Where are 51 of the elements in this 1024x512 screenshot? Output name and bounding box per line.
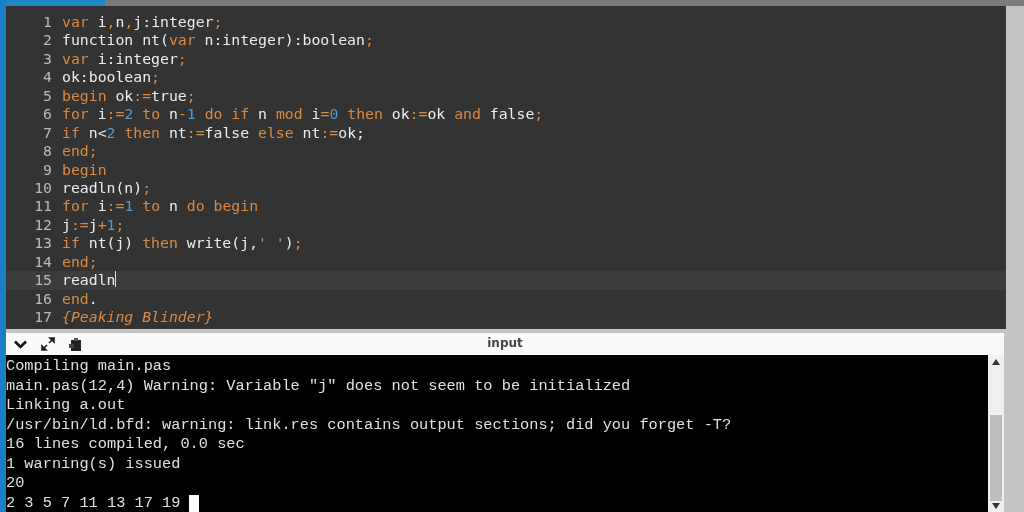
code-line: for i:=1 to n do begin <box>62 197 259 216</box>
line-number: 16 <box>33 289 53 308</box>
line-number: 9 <box>42 160 53 179</box>
chevron-down-icon[interactable] <box>14 339 27 349</box>
code-line: var i:integer; <box>62 49 187 69</box>
scrollbar[interactable] <box>988 355 1004 512</box>
code-line: end. <box>62 289 98 308</box>
console-line: 2 3 5 7 11 13 17 19 <box>6 493 181 512</box>
line-number: 11 <box>33 197 53 216</box>
line-number: 4 <box>42 68 53 87</box>
code-line: begin <box>62 160 107 179</box>
code-line: j:=j+1; <box>62 215 125 235</box>
line-number: 14 <box>33 252 53 272</box>
text-cursor <box>115 271 117 288</box>
expand-icon[interactable] <box>41 337 55 352</box>
clipboard-icon[interactable] <box>69 336 82 352</box>
code-line: end; <box>62 252 98 272</box>
line-number: 1 <box>42 13 53 32</box>
line-number: 10 <box>33 178 53 198</box>
line-number: 12 <box>33 215 53 235</box>
line-number: 8 <box>42 142 53 161</box>
code-line: var i,n,j:integer; <box>62 13 223 32</box>
code-line: readln(n); <box>62 178 152 198</box>
code-line: function nt(var n:integer):boolean; <box>62 31 374 50</box>
line-number: 15 <box>33 271 53 290</box>
scrollbar-thumb[interactable] <box>990 415 1002 502</box>
code-line: ok:boolean; <box>62 68 160 87</box>
console-line: Linking a.out <box>6 396 126 416</box>
scroll-up-icon[interactable] <box>992 359 1000 366</box>
code-line: {Peaking Blinder} <box>62 308 214 327</box>
console-line: 16 lines compiled, 0.0 sec <box>6 435 245 455</box>
line-number: 6 <box>42 105 53 124</box>
line-number: 3 <box>42 49 53 69</box>
code-line: readln <box>62 271 116 290</box>
console-line: Compiling main.pas <box>6 357 172 377</box>
line-number: 7 <box>42 123 53 143</box>
code-line: end; <box>62 142 98 161</box>
code-line: begin ok:=true; <box>62 86 196 106</box>
panel-title: input <box>487 336 523 351</box>
text-cursor <box>189 494 200 512</box>
line-number: 13 <box>33 234 53 253</box>
line-number: 2 <box>42 31 53 50</box>
code-line: if nt(j) then write(j,' '); <box>62 234 303 253</box>
console-line: /usr/bin/ld.bfd: warning: link.res contains output sections; did you forget -T? <box>6 415 732 436</box>
console-line: 20 <box>6 474 25 494</box>
line-number: 5 <box>42 86 53 106</box>
line-number: 17 <box>33 308 53 327</box>
console-line: 1 warning(s) issued <box>6 454 181 475</box>
code-line: if n<2 then nt:=false else nt:=ok; <box>62 123 365 143</box>
console-line: main.pas(12,4) Warning: Variable "j" does not seem to be initialized <box>6 376 631 397</box>
code-line: for i:=2 to n-1 do if n mod i=0 then ok:=ok and false; <box>62 105 544 124</box>
